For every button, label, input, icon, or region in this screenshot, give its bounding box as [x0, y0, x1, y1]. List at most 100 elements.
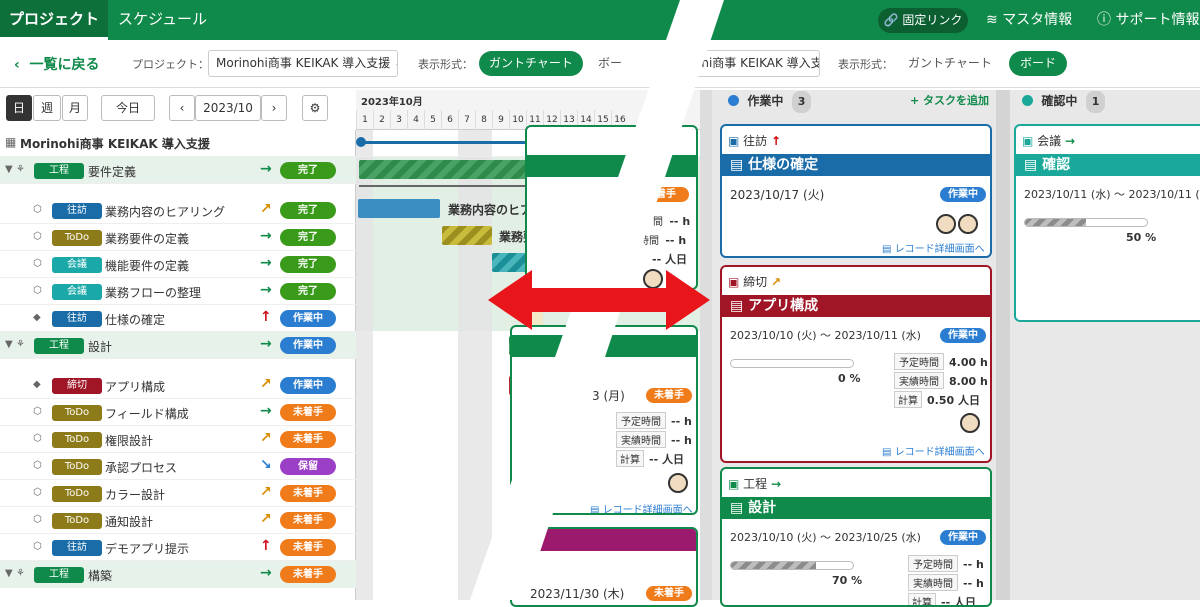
type-badge: 工程 [34, 338, 84, 354]
priority-arrow-icon: ↗ [260, 376, 272, 392]
view-board-button-partial[interactable]: ボー [598, 51, 638, 76]
next-month-button[interactable]: › [261, 95, 287, 121]
status-dot [728, 95, 739, 106]
support-info-link[interactable]: ⓘ サポート情報 [1097, 0, 1199, 40]
tree-task-row[interactable]: ⬡ 往訪 デモアプリ提示 ↑ 未着手 [0, 534, 356, 561]
calendar-icon: ▣ [728, 477, 740, 491]
add-task-button[interactable]: + タスクを追加 [910, 90, 989, 114]
project-row[interactable]: ▦ Morinohi商事 KEIKAK 導入支援 [0, 130, 356, 157]
view-board-button[interactable]: ボード [1009, 51, 1067, 76]
gantt-bar-requirements-def[interactable] [442, 226, 492, 245]
type-badge: 会議 [52, 284, 102, 300]
priority-arrow-icon: ↗ [260, 511, 272, 527]
tree-task-row[interactable]: ◆ 締切 アプリ構成 ↗ 作業中 [0, 372, 356, 399]
tree-task-row[interactable]: ⬡ 会議 業務フローの整理 → 完了 [0, 278, 356, 305]
fixed-link-button[interactable]: 🔗 固定リンク [878, 8, 968, 33]
task-name: 権限設計 [105, 434, 154, 448]
meta-key: 実績時間 [894, 372, 944, 389]
view-gantt-button-right[interactable]: ガントチャート [900, 51, 1000, 76]
meta-key: 間 [653, 217, 663, 228]
gantt-day-label: 6 [441, 110, 458, 130]
document-icon: ▤ [730, 157, 744, 173]
tree-task-row[interactable]: ⬡ 会議 機能要件の定義 → 完了 [0, 251, 356, 278]
tab-schedule[interactable]: スケジュール [118, 0, 207, 38]
board-card-design[interactable]: ▣ 工程 → ▤ 設計 2023/10/10 (火) ～ 2023/10/25 … [720, 467, 992, 607]
tree-task-row[interactable]: ⬡ ToDo フィールド構成 → 未着手 [0, 399, 356, 426]
expand-toggle-icon[interactable]: ▼ ⚘ [5, 339, 25, 350]
tree-task-row[interactable]: ⬡ ToDo 権限設計 ↗ 未着手 [0, 426, 356, 453]
gear-icon: ⚙ [309, 101, 321, 115]
project-select-right[interactable]: ihi商事 KEIKAK 導入支援 ⌄ [690, 50, 820, 77]
record-detail-label: レコード詳細画面へ [602, 505, 693, 515]
record-detail-link[interactable]: ▤ レコード詳細画面へ [882, 240, 985, 255]
week-view-button[interactable]: 週 [33, 95, 61, 121]
gantt-day-label: 9 [492, 110, 509, 130]
card-title: ▤ アプリ構成 [722, 295, 990, 317]
avatar [936, 214, 956, 234]
board-card-partial-2[interactable]: 3 (月) 未着手 予定時間 -- h 実績時間 -- h 計算 -- 人日 ▤ レコ… [510, 325, 698, 515]
expand-toggle-icon[interactable]: ▼ ⚘ [5, 164, 25, 175]
board-card-partial-1[interactable]: 着手 間 -- h 時間 -- h -- 人日 [525, 125, 698, 290]
tree-task-row[interactable]: ⬡ 往訪 業務内容のヒアリング ↗ 完了 [0, 197, 356, 224]
card-type-label: 工程 [743, 477, 768, 491]
project-label: プロジェクト： [132, 58, 209, 71]
type-badge: 往訪 [52, 540, 102, 556]
status-badge: 作業中 [940, 530, 986, 545]
day-view-button[interactable]: 日 [6, 95, 32, 121]
priority-arrow-icon: → [260, 161, 272, 177]
tree-task-row[interactable]: ◆ 往訪 仕様の確定 ↑ 作業中 [0, 305, 356, 332]
meta-value: -- h [665, 234, 687, 247]
card-header-bar [512, 335, 696, 357]
meta-calc: 計算 0.50 人日 [894, 391, 980, 408]
status-badge: 作業中 [280, 310, 336, 327]
status-badge: 未着手 [280, 485, 336, 502]
priority-arrow-icon: ↗ [260, 484, 272, 500]
task-name: 業務要件の定義 [105, 232, 190, 246]
month-view-button[interactable]: 月 [62, 95, 88, 121]
record-detail-link[interactable]: ▤ レコード詳細画面へ [882, 443, 985, 458]
today-button[interactable]: 今日 [101, 95, 155, 121]
record-detail-label: レコード詳細画面へ [894, 244, 985, 255]
type-badge: 締切 [52, 378, 102, 394]
board-card-app-structure[interactable]: ▣ 締切 ↗ ▤ アプリ構成 2023/10/10 (火) ～ 2023/10/… [720, 265, 992, 463]
master-info-link[interactable]: ≋ マスタ情報 [986, 0, 1072, 40]
gantt-day-label: 5 [424, 110, 441, 130]
board-card-confirm[interactable]: ▣ 会議 → ▤ 確認 2023/10/11 (水) ～ 2023/10/11 … [1014, 124, 1200, 322]
meta-calc: 計算 -- 人日 [908, 593, 976, 605]
tree-group-row[interactable]: ▼ ⚘ 工程 要件定義 → 完了 [0, 157, 356, 184]
calendar-icon: ▣ [1022, 134, 1034, 148]
meta-planned: 予定時間 -- h [616, 412, 692, 429]
task-name: 業務内容のヒアリング [105, 205, 226, 219]
tab-project[interactable]: プロジェクト [0, 0, 108, 40]
expand-toggle-icon[interactable]: ▼ ⚘ [5, 568, 25, 579]
tree-task-row[interactable]: ⬡ ToDo 承認プロセス ↘ 保留 [0, 453, 356, 480]
type-badge: ToDo [52, 459, 102, 475]
tree-group-row[interactable]: ▼ ⚘ 工程 設計 → 作業中 [0, 332, 356, 359]
prev-month-button[interactable]: ‹ [169, 95, 195, 121]
gantt-bar-hearing[interactable] [358, 199, 440, 218]
tree-group-row[interactable]: ▼ ⚘ 工程 構築 → 未着手 [0, 561, 356, 588]
tree-task-row[interactable]: ⬡ ToDo 通知設計 ↗ 未着手 [0, 507, 356, 534]
board-card-partial-3[interactable]: 2023/11/30 (木) 未着手 [510, 527, 698, 607]
meta-key: 計算 [894, 391, 922, 408]
view-gantt-button[interactable]: ガントチャート [479, 51, 583, 76]
card-title-text: 確認 [1042, 157, 1071, 173]
card-date: 3 (月) [592, 389, 625, 403]
status-badge: 未着手 [280, 431, 336, 448]
tree-task-row[interactable]: ⬡ ToDo カラー設計 ↗ 未着手 [0, 480, 356, 507]
view-label: 表示形式： [418, 58, 473, 71]
meta-actual: 時間 -- h [639, 232, 686, 247]
priority-arrow-icon: ↑ [260, 309, 272, 325]
tree-task-row[interactable]: ⬡ ToDo 業務要件の定義 → 完了 [0, 224, 356, 251]
back-to-list-link[interactable]: ‹ 一覧に戻る [14, 54, 100, 74]
status-badge: 作業中 [940, 328, 986, 343]
progress-percent: 70 % [832, 574, 863, 587]
meta-planned: 予定時間 -- h [908, 555, 984, 572]
project-select[interactable]: Morinohi商事 KEIKAK 導入支援 ⌄ [208, 50, 398, 77]
board-card-spec[interactable]: ▣ 往訪 ↑ ▤ 仕様の確定 2023/10/17 (火) 作業中 ▤ レコード… [720, 124, 992, 258]
settings-button[interactable]: ⚙ [302, 95, 328, 121]
status-badge: 保留 [280, 458, 336, 475]
type-badge: 往訪 [52, 203, 102, 219]
record-detail-link[interactable]: ▤ レコード詳細画面へ [590, 501, 693, 515]
task-name: カラー設計 [105, 488, 166, 502]
